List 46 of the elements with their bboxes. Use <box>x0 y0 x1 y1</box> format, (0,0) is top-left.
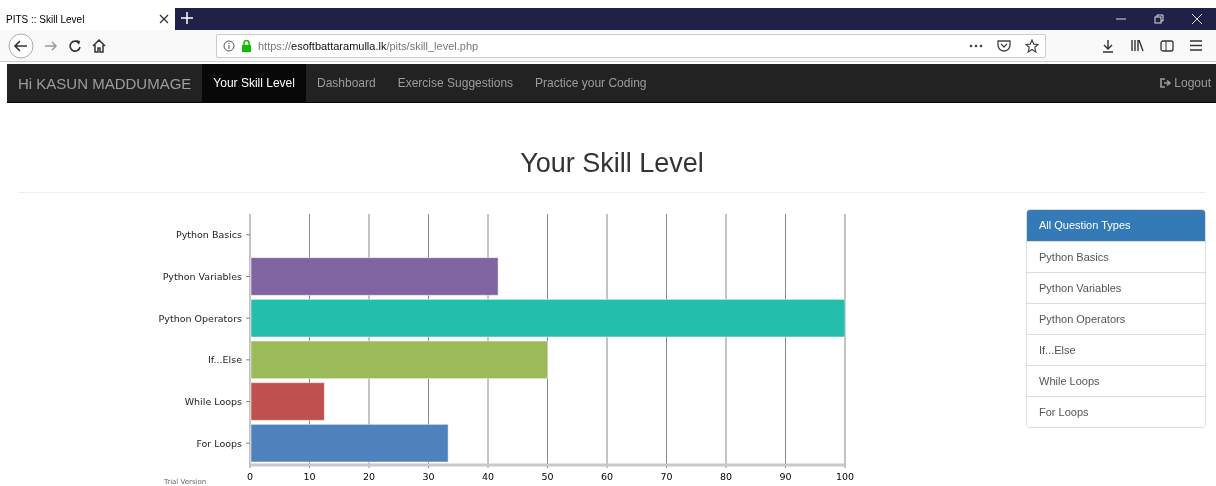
axis-tick-label: 100 <box>835 471 855 482</box>
more-icon[interactable] <box>969 43 983 48</box>
nav-tab[interactable]: Practice your Coding <box>524 64 658 102</box>
address-bar[interactable]: https://esoftbattaramulla.lk/pits/skill_level.php <box>216 33 1046 58</box>
pocket-icon[interactable] <box>997 39 1011 52</box>
category-label: Python Variables <box>162 271 242 282</box>
category-label: If...Else <box>208 354 242 366</box>
lock-icon[interactable] <box>241 39 252 52</box>
axis-tick-label: 10 <box>303 471 316 482</box>
sidebar-icon[interactable] <box>1160 39 1174 52</box>
category-label: For Loops <box>196 437 242 449</box>
back-icon[interactable] <box>8 32 34 59</box>
axis-tick-label: 40 <box>481 471 495 482</box>
close-icon[interactable] <box>159 14 169 24</box>
url-text: https://esoftbattaramulla.lk/pits/skill_level.php <box>258 39 479 52</box>
category-label: While Loops <box>184 396 242 407</box>
download-icon[interactable] <box>1102 38 1114 53</box>
axis-tick-label: 80 <box>719 471 733 482</box>
category-label: Python Basics <box>175 229 242 241</box>
restore-icon[interactable] <box>1154 14 1164 24</box>
axis-tick-label: 90 <box>779 471 792 482</box>
nav-tab[interactable]: Dashboard <box>305 64 387 102</box>
star-icon[interactable] <box>1025 38 1039 53</box>
home-icon[interactable] <box>92 38 106 53</box>
browser-tab[interactable]: PITS :: Skill Level <box>0 8 175 30</box>
list-item[interactable]: All Question Types <box>1027 210 1205 241</box>
category-label: Python Operators <box>158 312 242 324</box>
axis-tick-label: 70 <box>660 471 673 482</box>
library-icon[interactable] <box>1130 39 1144 52</box>
axis-tick-label: 50 <box>541 471 554 482</box>
axis-tick-label: 30 <box>422 471 435 482</box>
list-item[interactable]: For Loops <box>1027 396 1205 427</box>
greeting-text: Hi KASUN MADDUMAGE <box>17 73 193 94</box>
nav-tab[interactable]: Your Skill Level <box>202 64 306 102</box>
info-icon[interactable] <box>223 39 235 52</box>
axis-tick-label: 60 <box>600 471 614 482</box>
plus-icon[interactable] <box>181 12 193 24</box>
logout-link[interactable]: Logout <box>1149 64 1216 102</box>
reload-icon[interactable] <box>68 38 82 53</box>
page-title: Your Skill Level <box>18 148 1206 193</box>
menu-icon[interactable] <box>1190 40 1202 51</box>
axis-tick-label: 0 <box>247 471 253 482</box>
forward-icon[interactable] <box>44 39 58 52</box>
axis-tick-label: 20 <box>362 471 376 482</box>
logout-icon <box>1160 78 1172 88</box>
nav-tab[interactable]: Exercise Suggestions <box>386 64 525 102</box>
